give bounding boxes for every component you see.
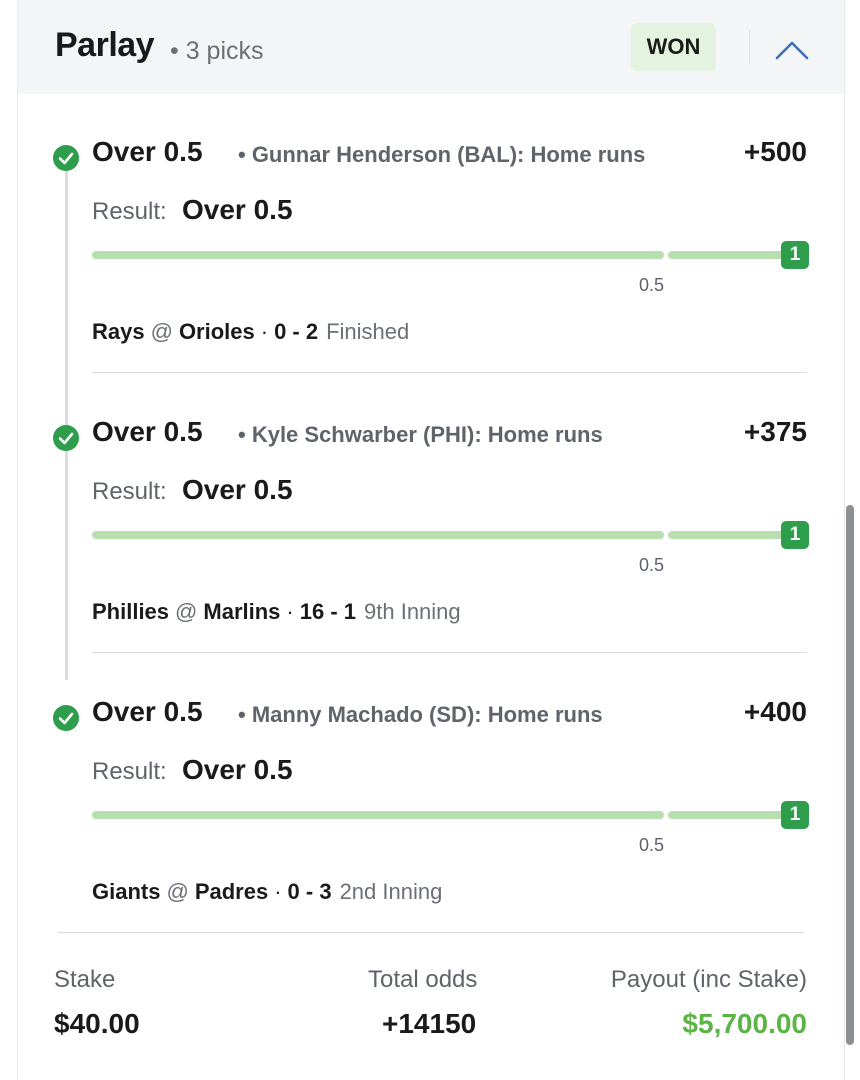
chevron-up-icon[interactable] <box>774 36 810 62</box>
game-info: Phillies @ Marlins · 16 - 1 9th Inning <box>92 599 461 625</box>
home-team: Orioles <box>178 319 255 344</box>
pick-market: • Manny Machado (SD): Home runs <box>238 702 603 727</box>
game-info: Rays @ Orioles · 0 - 2 Finished <box>92 319 409 345</box>
check-circle-icon <box>53 705 79 731</box>
payout-label: Payout (inc Stake) <box>610 966 807 993</box>
progress-value-badge: 1 <box>781 801 809 829</box>
at-symbol: @ <box>166 879 189 904</box>
pick-selection: Over 0.5 <box>92 416 203 447</box>
progress-bar-track <box>92 811 664 819</box>
at-symbol: @ <box>150 319 173 344</box>
game-info: Giants @ Padres · 0 - 3 2nd Inning <box>92 879 442 905</box>
footer-divider <box>58 932 804 933</box>
pick-market: • Gunnar Henderson (BAL): Home runs <box>238 142 646 167</box>
pick-item: Over 0.5 • Kyle Schwarber (PHI): Home ru… <box>18 408 844 688</box>
separator: · <box>260 319 269 344</box>
game-status: 2nd Inning <box>339 879 443 904</box>
result-label: Result: <box>92 478 167 505</box>
away-team: Phillies <box>92 599 170 624</box>
pick-divider <box>92 372 807 373</box>
result-value: Over 0.5 <box>182 194 293 225</box>
parlay-header: Parlay • 3 picks WON <box>18 0 844 94</box>
total-odds-label: Total odds <box>368 966 478 993</box>
parlay-card: Parlay • 3 picks WON Over 0.5 • Gunnar H… <box>17 0 845 1080</box>
pick-selection: Over 0.5 <box>92 136 203 167</box>
pick-market: • Kyle Schwarber (PHI): Home runs <box>238 422 603 447</box>
result-label: Result: <box>92 758 167 785</box>
result-value: Over 0.5 <box>182 474 293 505</box>
progress-bar-track <box>668 531 793 539</box>
progress-bar-track <box>668 251 793 259</box>
at-symbol: @ <box>175 599 198 624</box>
game-score: 0 - 3 <box>287 879 332 904</box>
threshold-label: 0.5 <box>639 835 665 855</box>
pick-odds: +500 <box>743 136 807 167</box>
status-badge: WON <box>631 23 716 71</box>
pick-item: Over 0.5 • Gunnar Henderson (BAL): Home … <box>18 128 844 408</box>
parlay-title: Parlay <box>55 26 155 64</box>
pick-item: Over 0.5 • Manny Machado (SD): Home runs… <box>18 688 844 968</box>
home-team: Marlins <box>203 599 281 624</box>
threshold-label: 0.5 <box>639 275 665 295</box>
pick-selection: Over 0.5 <box>92 696 203 727</box>
progress-value-badge: 1 <box>781 241 809 269</box>
scrollbar[interactable] <box>846 505 854 1045</box>
game-score: 16 - 1 <box>299 599 357 624</box>
away-team: Giants <box>92 879 161 904</box>
stake-label: Stake <box>54 966 116 993</box>
check-circle-icon <box>53 145 79 171</box>
game-status: 9th Inning <box>364 599 461 624</box>
separator: · <box>286 599 294 624</box>
result-value: Over 0.5 <box>182 754 293 785</box>
progress-bar-track <box>92 251 664 259</box>
pick-odds: +400 <box>743 696 807 727</box>
progress-bar-track <box>92 531 664 539</box>
threshold-label: 0.5 <box>639 555 665 575</box>
header-divider <box>749 30 750 64</box>
stake-value: $40.00 <box>54 1008 140 1039</box>
result-label: Result: <box>92 198 167 225</box>
payout-value: $5,700.00 <box>682 1008 807 1039</box>
picks-count: • 3 picks <box>170 37 264 65</box>
game-status: Finished <box>326 319 410 344</box>
home-team: Padres <box>194 879 269 904</box>
away-team: Rays <box>92 319 145 344</box>
total-odds-value: +14150 <box>382 1008 477 1039</box>
pick-odds: +375 <box>743 416 807 447</box>
pick-divider <box>92 652 807 653</box>
separator: · <box>274 879 282 904</box>
check-circle-icon <box>53 425 79 451</box>
progress-value-badge: 1 <box>781 521 809 549</box>
game-score: 0 - 2 <box>274 319 319 344</box>
progress-bar-track <box>668 811 793 819</box>
